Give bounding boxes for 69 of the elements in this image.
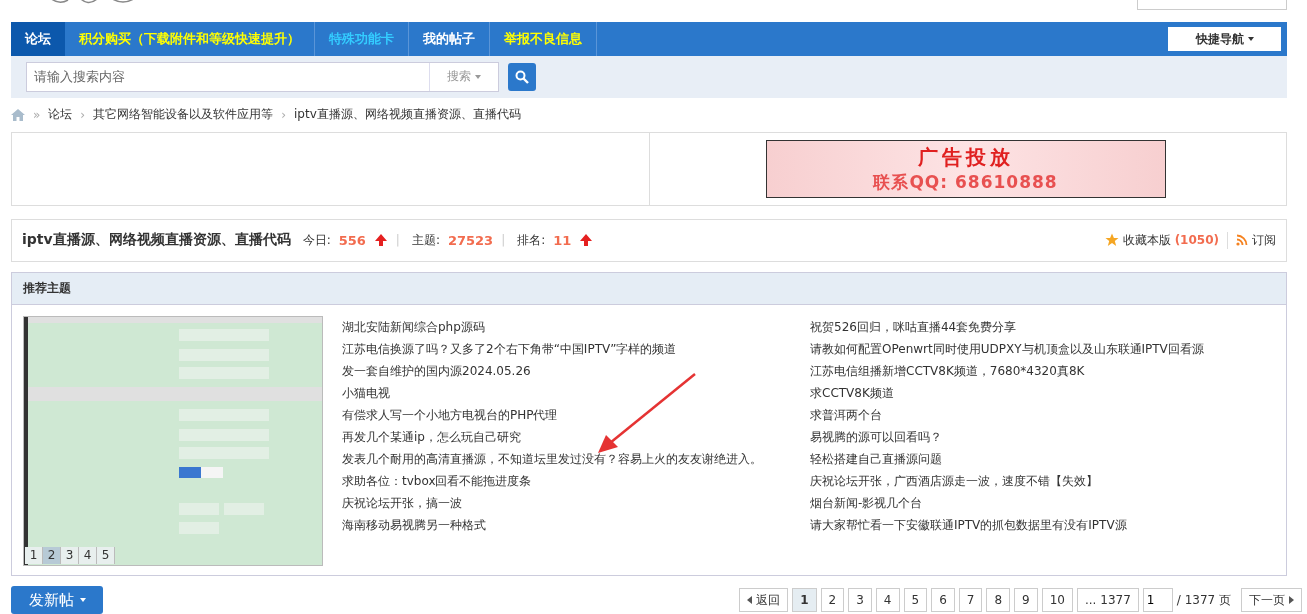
breadcrumb-separator: » xyxy=(33,107,41,122)
ad-contact: 联系QQ: 68610888 xyxy=(873,170,1058,194)
page-button[interactable]: 1 xyxy=(792,588,817,613)
topic-link[interactable]: 发一套自维护的国内源2024.05.26 xyxy=(342,359,810,382)
breadcrumb-link[interactable]: 其它网络智能设备以及软件应用等 xyxy=(93,106,274,124)
topic-link[interactable]: 求CCTV8K频道 xyxy=(810,381,1278,404)
subscribe-link[interactable]: 订阅 xyxy=(1227,231,1276,249)
page-button[interactable]: 10 xyxy=(1041,588,1073,613)
topic-link[interactable]: 湖北安陆新闻综合php源码 xyxy=(342,315,810,338)
stat-value: 27523 xyxy=(447,232,494,248)
left-triangle-icon xyxy=(747,596,753,605)
page-button[interactable]: 8 xyxy=(986,588,1011,613)
right-triangle-icon xyxy=(1289,596,1294,605)
topic-link[interactable]: 求助各位：tvbox回看不能拖进度条 xyxy=(342,469,810,492)
breadcrumb-separator: › xyxy=(80,107,86,122)
search-icon xyxy=(515,69,529,84)
topic-link[interactable]: 祝贺526回归，咪咕直播44套免费分享 xyxy=(810,315,1278,338)
page-button[interactable]: 2 xyxy=(820,588,845,613)
ad-title: 广告投放 xyxy=(917,143,1014,171)
page-button[interactable]: 9 xyxy=(1014,588,1038,613)
page-button[interactable]: 6 xyxy=(931,588,955,613)
breadcrumb-link[interactable]: iptv直播源、网络视频直播资源、直播代码 xyxy=(293,106,521,124)
stat-divider: | xyxy=(395,233,400,248)
stat-value: 11 xyxy=(553,232,572,248)
page-button[interactable]: 4 xyxy=(875,588,900,613)
page-button[interactable]: 5 xyxy=(903,588,928,613)
stat-value: 556 xyxy=(338,232,366,248)
breadcrumb-separator: › xyxy=(281,107,286,122)
topic-link[interactable]: 再发几个某通ip，怎么玩自己研究 xyxy=(342,425,810,448)
page-button[interactable]: 7 xyxy=(958,588,983,613)
topic-link[interactable]: 江苏电信组播新增CCTV8K频道，7680*4320真8K xyxy=(810,359,1278,382)
topic-link[interactable]: 有偿求人写一个小地方电视台的PHP代理 xyxy=(342,403,810,426)
stat-label: 主题: xyxy=(411,231,440,249)
topic-link[interactable]: 海南移动易视腾另一种格式 xyxy=(342,513,810,536)
stat-divider: | xyxy=(501,233,506,248)
nav-tab[interactable]: 论坛 xyxy=(11,22,65,56)
topic-link[interactable]: 易视腾的源可以回看吗？ xyxy=(810,425,1278,448)
topic-link[interactable]: 庆祝论坛开张，搞一波 xyxy=(342,491,810,514)
home-icon[interactable] xyxy=(11,108,25,121)
star-icon xyxy=(1104,233,1119,248)
page-total: / 1377 页 xyxy=(1176,591,1231,609)
stat-label: 今日: xyxy=(302,231,331,249)
page-input[interactable]: 1 xyxy=(1142,588,1173,613)
topic-link[interactable]: 小猫电视 xyxy=(342,381,810,404)
panel-title: 推荐主题 xyxy=(12,272,1286,305)
forum-title: iptv直播源、网络视频直播资源、直播代码 xyxy=(22,231,291,250)
topic-link[interactable]: 请教如何配置OPenwrt同时使用UDPXY与机顶盒以及山东联通IPTV回看源 xyxy=(810,337,1278,360)
favorite-link[interactable]: 收藏本版 (1050) xyxy=(1104,231,1219,249)
quick-nav-button[interactable]: 快捷导航 xyxy=(1168,27,1281,51)
topic-link[interactable]: 轻松搭建自己直播源问题 xyxy=(810,447,1278,470)
breadcrumb-link[interactable]: 论坛 xyxy=(48,106,73,124)
next-page-button[interactable]: 下一页 xyxy=(1241,588,1302,613)
caret-icon xyxy=(475,74,481,79)
topic-link[interactable]: 庆祝论坛开张，广西酒店源走一波，速度不错【失效】 xyxy=(810,469,1278,492)
caret-icon xyxy=(1247,37,1254,41)
topic-link[interactable]: 烟台新闻-影视几个台 xyxy=(810,491,1278,514)
rss-icon xyxy=(1236,234,1248,247)
page-button[interactable]: 3 xyxy=(848,588,872,613)
topic-link[interactable]: 请大家帮忙看一下安徽联通IPTV的抓包数据里有没有IPTV源 xyxy=(810,513,1278,536)
topic-link[interactable]: 发表几个耐用的高清直播源，不知道坛里发过没有？容易上火的友友谢绝进入。 xyxy=(342,447,810,470)
search-button[interactable] xyxy=(508,62,536,91)
topic-link[interactable]: 求普洱两个台 xyxy=(810,403,1278,426)
page-button[interactable]: ... 1377 xyxy=(1077,588,1139,613)
new-post-button[interactable]: 发新帖 xyxy=(11,586,103,614)
back-button[interactable]: 返回 xyxy=(739,588,789,613)
caret-icon xyxy=(79,598,86,603)
topic-link[interactable]: 江苏电信换源了吗？又多了2个右下角带“中国IPTV”字样的频道 xyxy=(342,337,810,360)
ad-banner[interactable]: 广告投放 联系QQ: 68610888 xyxy=(765,139,1166,198)
stat-label: 排名: xyxy=(517,231,546,249)
